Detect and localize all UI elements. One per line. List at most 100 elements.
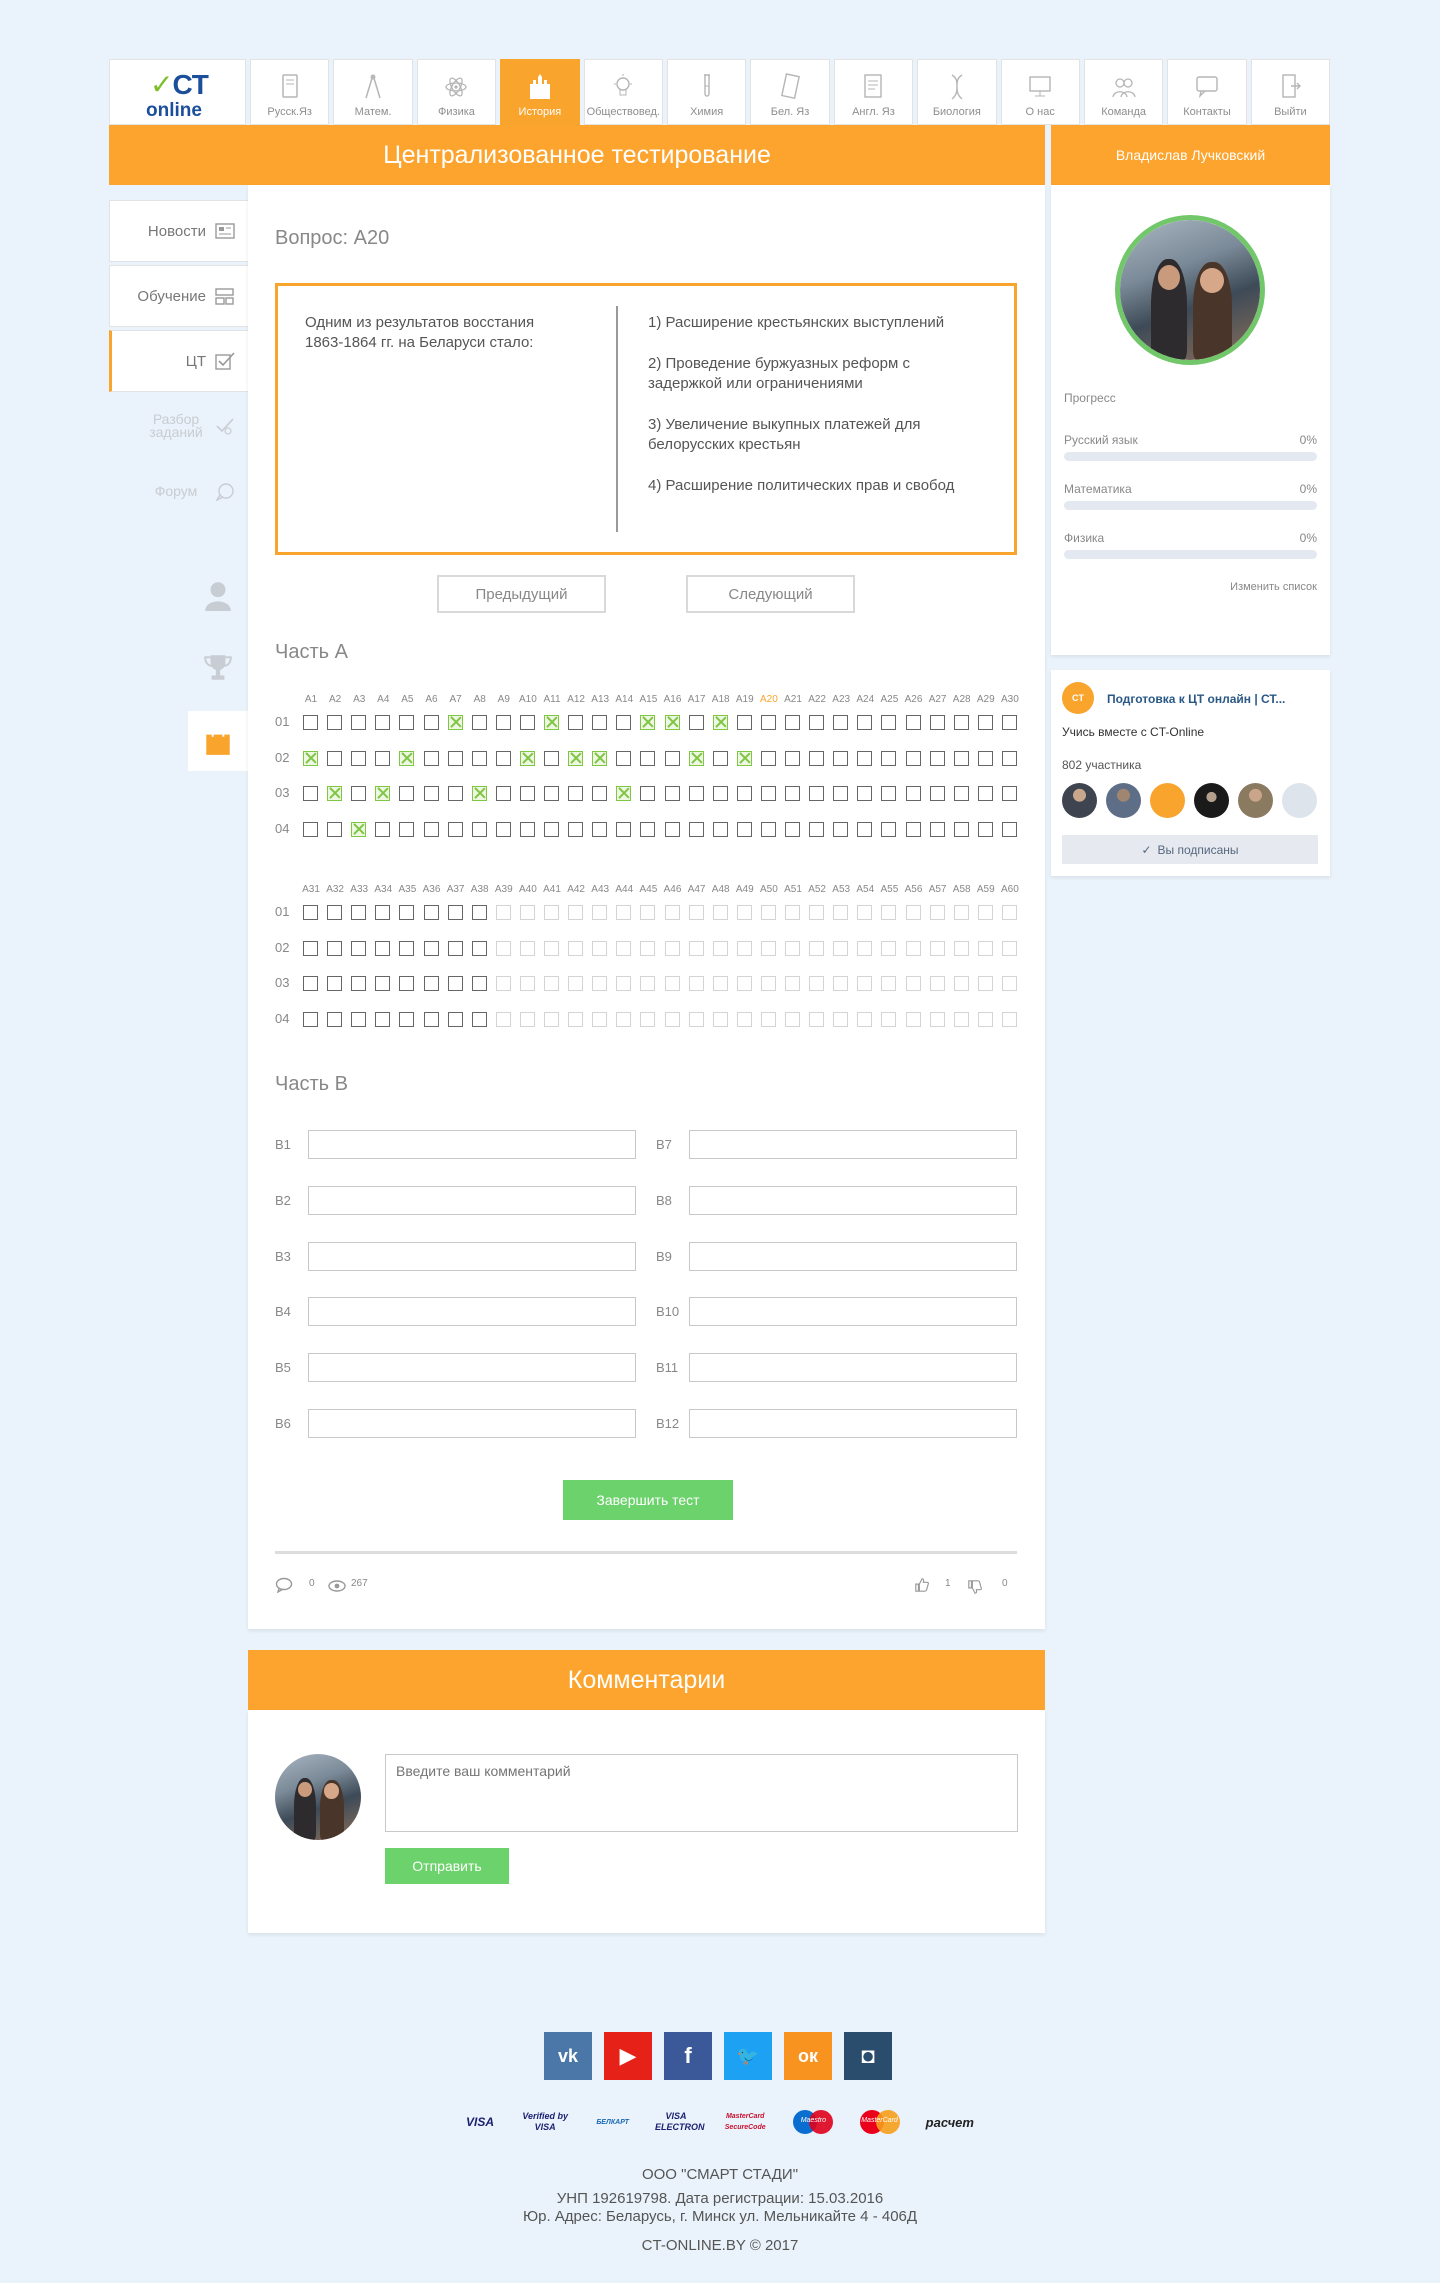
answer-checkbox[interactable] — [544, 940, 559, 956]
answer-checkbox[interactable] — [929, 940, 945, 956]
answer-checkbox[interactable] — [471, 1011, 487, 1027]
answer-checkbox[interactable] — [616, 940, 632, 956]
answer-field-b11[interactable] — [689, 1353, 1017, 1383]
answer-checkbox[interactable] — [809, 750, 825, 766]
answer-checkbox[interactable] — [351, 940, 367, 956]
answer-checkbox[interactable] — [953, 750, 969, 766]
instagram-icon[interactable]: ◘ — [844, 2032, 892, 2080]
answer-checkbox[interactable] — [905, 976, 921, 991]
answer-checkbox[interactable] — [760, 750, 776, 766]
finish-test-button[interactable]: Завершить тест — [563, 1480, 733, 1520]
answer-checkbox[interactable] — [616, 715, 632, 730]
answer-checkbox[interactable] — [303, 750, 318, 766]
answer-checkbox[interactable] — [375, 905, 391, 920]
answer-checkbox[interactable] — [929, 786, 945, 801]
nav-tab-6[interactable]: Химия — [666, 59, 747, 125]
answer-field-b3[interactable] — [308, 1241, 636, 1271]
answer-checkbox[interactable] — [736, 940, 752, 956]
answer-checkbox[interactable] — [519, 1011, 535, 1027]
side-tool-2[interactable] — [188, 638, 248, 698]
answer-checkbox[interactable] — [423, 821, 439, 837]
answer-checkbox[interactable] — [736, 786, 752, 801]
comment-input[interactable] — [385, 1754, 1018, 1832]
answer-checkbox[interactable] — [327, 976, 343, 991]
answer-checkbox[interactable] — [447, 976, 463, 991]
answer-checkbox[interactable] — [351, 786, 367, 801]
answer-checkbox[interactable] — [423, 1011, 439, 1027]
send-comment-button[interactable]: Отправить — [385, 1848, 509, 1884]
answer-checkbox[interactable] — [592, 976, 608, 991]
answer-checkbox[interactable] — [881, 1011, 897, 1027]
answer-checkbox[interactable] — [640, 821, 656, 837]
answer-checkbox[interactable] — [351, 750, 367, 766]
answer-checkbox[interactable] — [303, 715, 318, 730]
answer-checkbox[interactable] — [905, 715, 921, 730]
answer-checkbox[interactable] — [519, 905, 535, 920]
answer-checkbox[interactable] — [303, 940, 318, 956]
answer-checkbox[interactable] — [640, 786, 656, 801]
answer-checkbox[interactable] — [592, 715, 608, 730]
answer-checkbox[interactable] — [423, 905, 439, 920]
answer-checkbox[interactable] — [568, 715, 584, 730]
answer-checkbox[interactable] — [423, 976, 439, 991]
answer-checkbox[interactable] — [495, 940, 511, 956]
group-name[interactable]: Подготовка к ЦТ онлайн | СТ... — [1107, 692, 1285, 706]
answer-checkbox[interactable] — [833, 976, 849, 991]
answer-checkbox[interactable] — [375, 750, 391, 766]
answer-checkbox[interactable] — [712, 976, 728, 991]
group-logo[interactable]: CT — [1062, 682, 1094, 714]
answer-checkbox[interactable] — [809, 821, 825, 837]
answer-checkbox[interactable] — [929, 1011, 945, 1027]
answer-checkbox[interactable] — [1001, 1011, 1017, 1027]
answer-checkbox[interactable] — [953, 786, 969, 801]
nav-tab-5[interactable]: Обществовед. — [583, 59, 663, 125]
nav-tab-9[interactable]: Биология — [917, 59, 997, 125]
answer-checkbox[interactable] — [1001, 940, 1017, 956]
answer-checkbox[interactable] — [447, 715, 463, 730]
answer-checkbox[interactable] — [423, 786, 439, 801]
answer-checkbox[interactable] — [929, 905, 945, 920]
answer-checkbox[interactable] — [664, 786, 680, 801]
nav-tab-11[interactable]: Команда — [1083, 59, 1164, 125]
answer-checkbox[interactable] — [977, 905, 993, 920]
answer-checkbox[interactable] — [881, 905, 897, 920]
answer-checkbox[interactable] — [544, 1011, 559, 1027]
nav-tab-10[interactable]: О нас — [1000, 59, 1080, 125]
answer-checkbox[interactable] — [471, 940, 487, 956]
answer-checkbox[interactable] — [688, 940, 704, 956]
answer-checkbox[interactable] — [977, 940, 993, 956]
answer-checkbox[interactable] — [351, 715, 367, 730]
answer-checkbox[interactable] — [568, 821, 584, 837]
answer-checkbox[interactable] — [712, 940, 728, 956]
answer-checkbox[interactable] — [447, 940, 463, 956]
facebook-icon[interactable]: f — [664, 2032, 712, 2080]
answer-checkbox[interactable] — [736, 715, 752, 730]
answer-checkbox[interactable] — [592, 750, 608, 766]
answer-checkbox[interactable] — [327, 1011, 343, 1027]
member-avatar[interactable] — [1106, 783, 1141, 818]
answer-checkbox[interactable] — [977, 1011, 993, 1027]
answer-field-b5[interactable] — [308, 1353, 636, 1383]
vk-icon[interactable]: vk — [544, 2032, 592, 2080]
answer-checkbox[interactable] — [519, 750, 535, 766]
answer-checkbox[interactable] — [905, 750, 921, 766]
site-logo[interactable]: ✓CT online — [109, 59, 246, 125]
answer-checkbox[interactable] — [929, 750, 945, 766]
answer-checkbox[interactable] — [568, 940, 584, 956]
answer-checkbox[interactable] — [905, 1011, 921, 1027]
next-button[interactable]: Следующий — [686, 575, 855, 613]
answer-checkbox[interactable] — [544, 750, 559, 766]
answer-checkbox[interactable] — [303, 976, 318, 991]
answer-checkbox[interactable] — [760, 940, 776, 956]
answer-checkbox[interactable] — [712, 750, 728, 766]
answer-checkbox[interactable] — [833, 821, 849, 837]
answer-checkbox[interactable] — [929, 976, 945, 991]
answer-checkbox[interactable] — [760, 905, 776, 920]
answer-checkbox[interactable] — [544, 905, 559, 920]
answer-checkbox[interactable] — [592, 821, 608, 837]
answer-checkbox[interactable] — [375, 940, 391, 956]
answer-checkbox[interactable] — [495, 786, 511, 801]
answer-checkbox[interactable] — [688, 905, 704, 920]
answer-checkbox[interactable] — [303, 1011, 318, 1027]
answer-checkbox[interactable] — [688, 715, 704, 730]
